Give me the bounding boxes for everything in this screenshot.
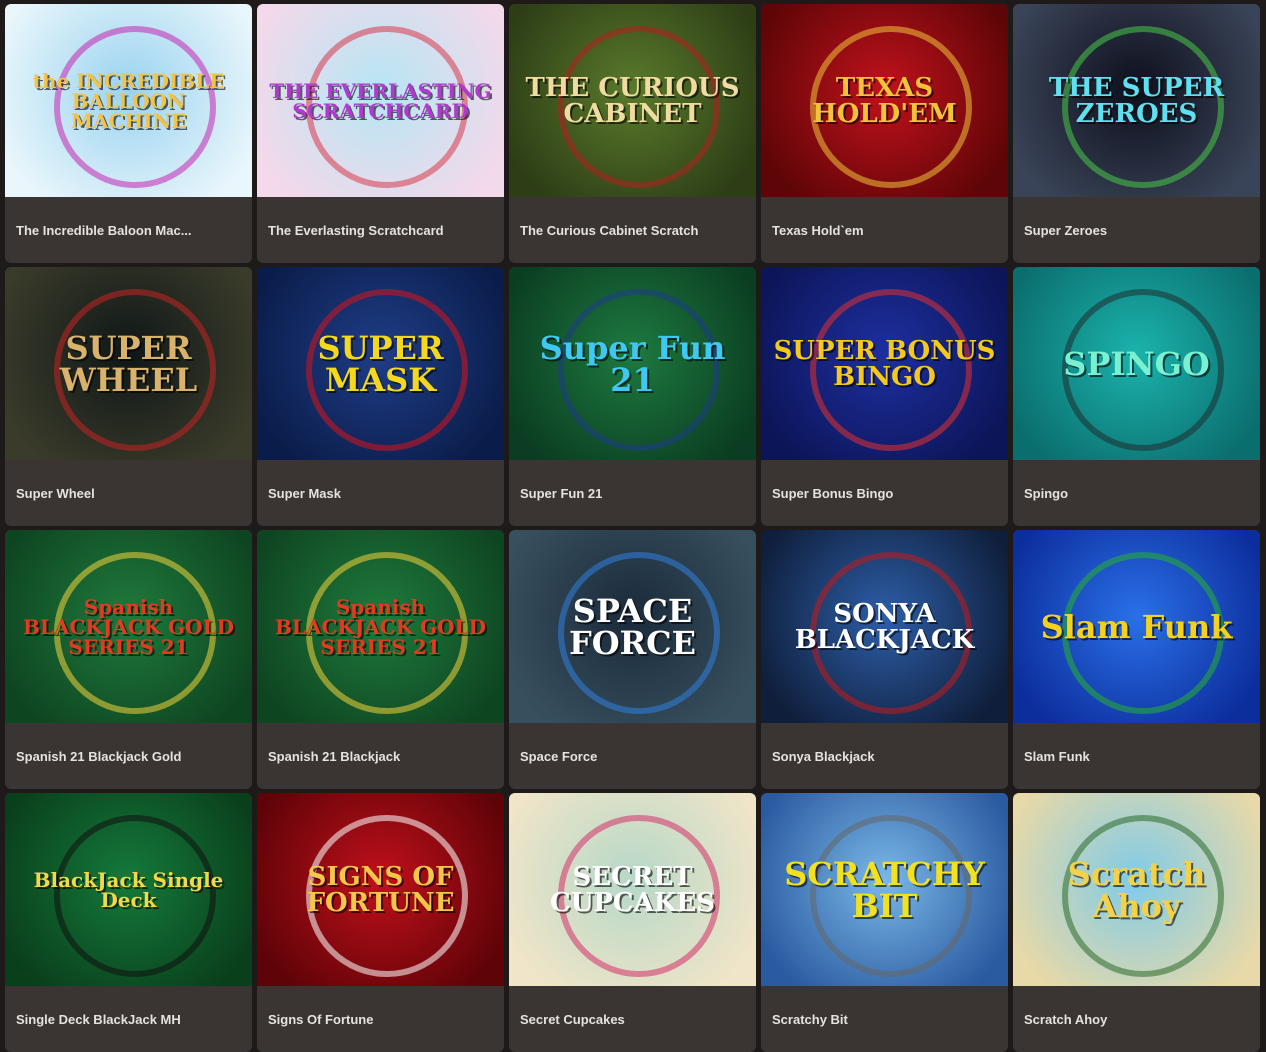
game-title[interactable]: Scratch Ahoy — [1024, 986, 1252, 1052]
game-title[interactable]: Super Bonus Bingo — [772, 460, 1000, 526]
game-logo: THE CURIOUS CABINET — [525, 72, 740, 129]
game-thumbnail[interactable]: SUPER WHEEL — [5, 267, 252, 460]
game-card[interactable]: SCRATCHY BIT Scratchy Bit — [761, 793, 1008, 1052]
game-logo: SUPER WHEEL — [59, 328, 198, 399]
game-logo: SECRET CUPCAKES — [550, 861, 715, 918]
game-logo: Spanish BLACKJACK GOLD SERIES 21 — [275, 594, 486, 659]
game-title[interactable]: Space Force — [520, 723, 748, 789]
game-thumbnail[interactable]: SUPER MASK — [257, 267, 504, 460]
game-card[interactable]: SONYA BLACKJACK Sonya Blackjack — [761, 530, 1008, 789]
game-thumbnail[interactable]: THE EVERLASTING SCRATCHCARD — [257, 4, 504, 197]
game-logo: SCRATCHY BIT — [784, 854, 985, 925]
game-logo: SIGNS OF FORTUNE — [306, 861, 455, 918]
game-thumbnail[interactable]: Spanish BLACKJACK GOLD SERIES 21 — [257, 530, 504, 723]
game-card[interactable]: THE CURIOUS CABINET The Curious Cabinet S… — [509, 4, 756, 263]
game-logo: Scratch Ahoy — [1067, 854, 1206, 925]
game-card[interactable]: Scratch Ahoy Scratch Ahoy — [1013, 793, 1260, 1052]
game-logo: SUPER BONUS BINGO — [773, 335, 996, 392]
game-logo: Spanish BLACKJACK GOLD SERIES 21 — [23, 594, 234, 659]
game-thumbnail[interactable]: SPINGO — [1013, 267, 1260, 460]
game-card[interactable]: THE EVERLASTING SCRATCHCARD The Everlasti… — [257, 4, 504, 263]
game-card[interactable]: Spanish BLACKJACK GOLD SERIES 21 Spanish … — [257, 530, 504, 789]
game-card[interactable]: SUPER BONUS BINGO Super Bonus Bingo — [761, 267, 1008, 526]
game-card[interactable]: SUPER MASK Super Mask — [257, 267, 504, 526]
game-title[interactable]: The Incredible Baloon Mac... — [16, 197, 244, 263]
game-title[interactable]: Secret Cupcakes — [520, 986, 748, 1052]
game-title[interactable]: Super Fun 21 — [520, 460, 748, 526]
game-card[interactable]: SUPER WHEEL Super Wheel — [5, 267, 252, 526]
game-title[interactable]: Sonya Blackjack — [772, 723, 1000, 789]
game-logo: SUPER MASK — [317, 328, 444, 399]
game-logo: BlackJack Single Deck — [33, 867, 224, 912]
game-thumbnail[interactable]: Spanish BLACKJACK GOLD SERIES 21 — [5, 530, 252, 723]
game-thumbnail[interactable]: THE CURIOUS CABINET — [509, 4, 756, 197]
game-card[interactable]: THE SUPER ZEROES Super Zeroes — [1013, 4, 1260, 263]
game-title[interactable]: Spingo — [1024, 460, 1252, 526]
game-thumbnail[interactable]: BlackJack Single Deck — [5, 793, 252, 986]
game-title[interactable]: Super Wheel — [16, 460, 244, 526]
game-card[interactable]: Super Fun 21 Super Fun 21 — [509, 267, 756, 526]
game-thumbnail[interactable]: SCRATCHY BIT — [761, 793, 1008, 986]
game-logo: SPACE FORCE — [568, 591, 697, 662]
game-title[interactable]: The Everlasting Scratchcard — [268, 197, 496, 263]
game-title[interactable]: Super Mask — [268, 460, 496, 526]
game-title[interactable]: Spanish 21 Blackjack — [268, 723, 496, 789]
game-title[interactable]: The Curious Cabinet Scratch — [520, 197, 748, 263]
game-title[interactable]: Slam Funk — [1024, 723, 1252, 789]
game-card[interactable]: SECRET CUPCAKES Secret Cupcakes — [509, 793, 756, 1052]
game-card[interactable]: SIGNS OF FORTUNE Signs Of Fortune — [257, 793, 504, 1052]
game-logo: THE SUPER ZEROES — [1048, 72, 1225, 129]
game-logo: Slam Funk — [1040, 607, 1233, 646]
game-title[interactable]: Single Deck BlackJack MH — [16, 986, 244, 1052]
game-title[interactable]: Signs Of Fortune — [268, 986, 496, 1052]
game-card[interactable]: the INCREDIBLE BALLOON MACHINE The Incred… — [5, 4, 252, 263]
game-card[interactable]: SPACE FORCE Space Force — [509, 530, 756, 789]
game-thumbnail[interactable]: SUPER BONUS BINGO — [761, 267, 1008, 460]
game-title[interactable]: Texas Hold`em — [772, 197, 1000, 263]
game-thumbnail[interactable]: the INCREDIBLE BALLOON MACHINE — [5, 4, 252, 197]
game-card[interactable]: Slam Funk Slam Funk — [1013, 530, 1260, 789]
game-grid: the INCREDIBLE BALLOON MACHINE The Incred… — [5, 4, 1260, 1052]
game-logo: TEXAS HOLD'EM — [812, 72, 957, 129]
game-thumbnail[interactable]: SONYA BLACKJACK — [761, 530, 1008, 723]
game-thumbnail[interactable]: Scratch Ahoy — [1013, 793, 1260, 986]
game-thumbnail[interactable]: SPACE FORCE — [509, 530, 756, 723]
game-title[interactable]: Scratchy Bit — [772, 986, 1000, 1052]
game-thumbnail[interactable]: Slam Funk — [1013, 530, 1260, 723]
game-logo: SONYA BLACKJACK — [794, 598, 975, 655]
game-thumbnail[interactable]: Super Fun 21 — [509, 267, 756, 460]
game-card[interactable]: Spanish BLACKJACK GOLD SERIES 21 Spanish … — [5, 530, 252, 789]
game-title[interactable]: Spanish 21 Blackjack Gold — [16, 723, 244, 789]
game-card[interactable]: TEXAS HOLD'EM Texas Hold`em — [761, 4, 1008, 263]
game-card[interactable]: SPINGO Spingo — [1013, 267, 1260, 526]
game-thumbnail[interactable]: SECRET CUPCAKES — [509, 793, 756, 986]
game-logo: the INCREDIBLE BALLOON MACHINE — [32, 68, 225, 133]
game-thumbnail[interactable]: TEXAS HOLD'EM — [761, 4, 1008, 197]
game-logo: SPINGO — [1063, 344, 1210, 383]
game-logo: Super Fun 21 — [539, 328, 726, 399]
game-logo: THE EVERLASTING SCRATCHCARD — [269, 78, 492, 123]
game-title[interactable]: Super Zeroes — [1024, 197, 1252, 263]
game-thumbnail[interactable]: SIGNS OF FORTUNE — [257, 793, 504, 986]
game-thumbnail[interactable]: THE SUPER ZEROES — [1013, 4, 1260, 197]
game-card[interactable]: BlackJack Single Deck Single Deck BlackJa… — [5, 793, 252, 1052]
